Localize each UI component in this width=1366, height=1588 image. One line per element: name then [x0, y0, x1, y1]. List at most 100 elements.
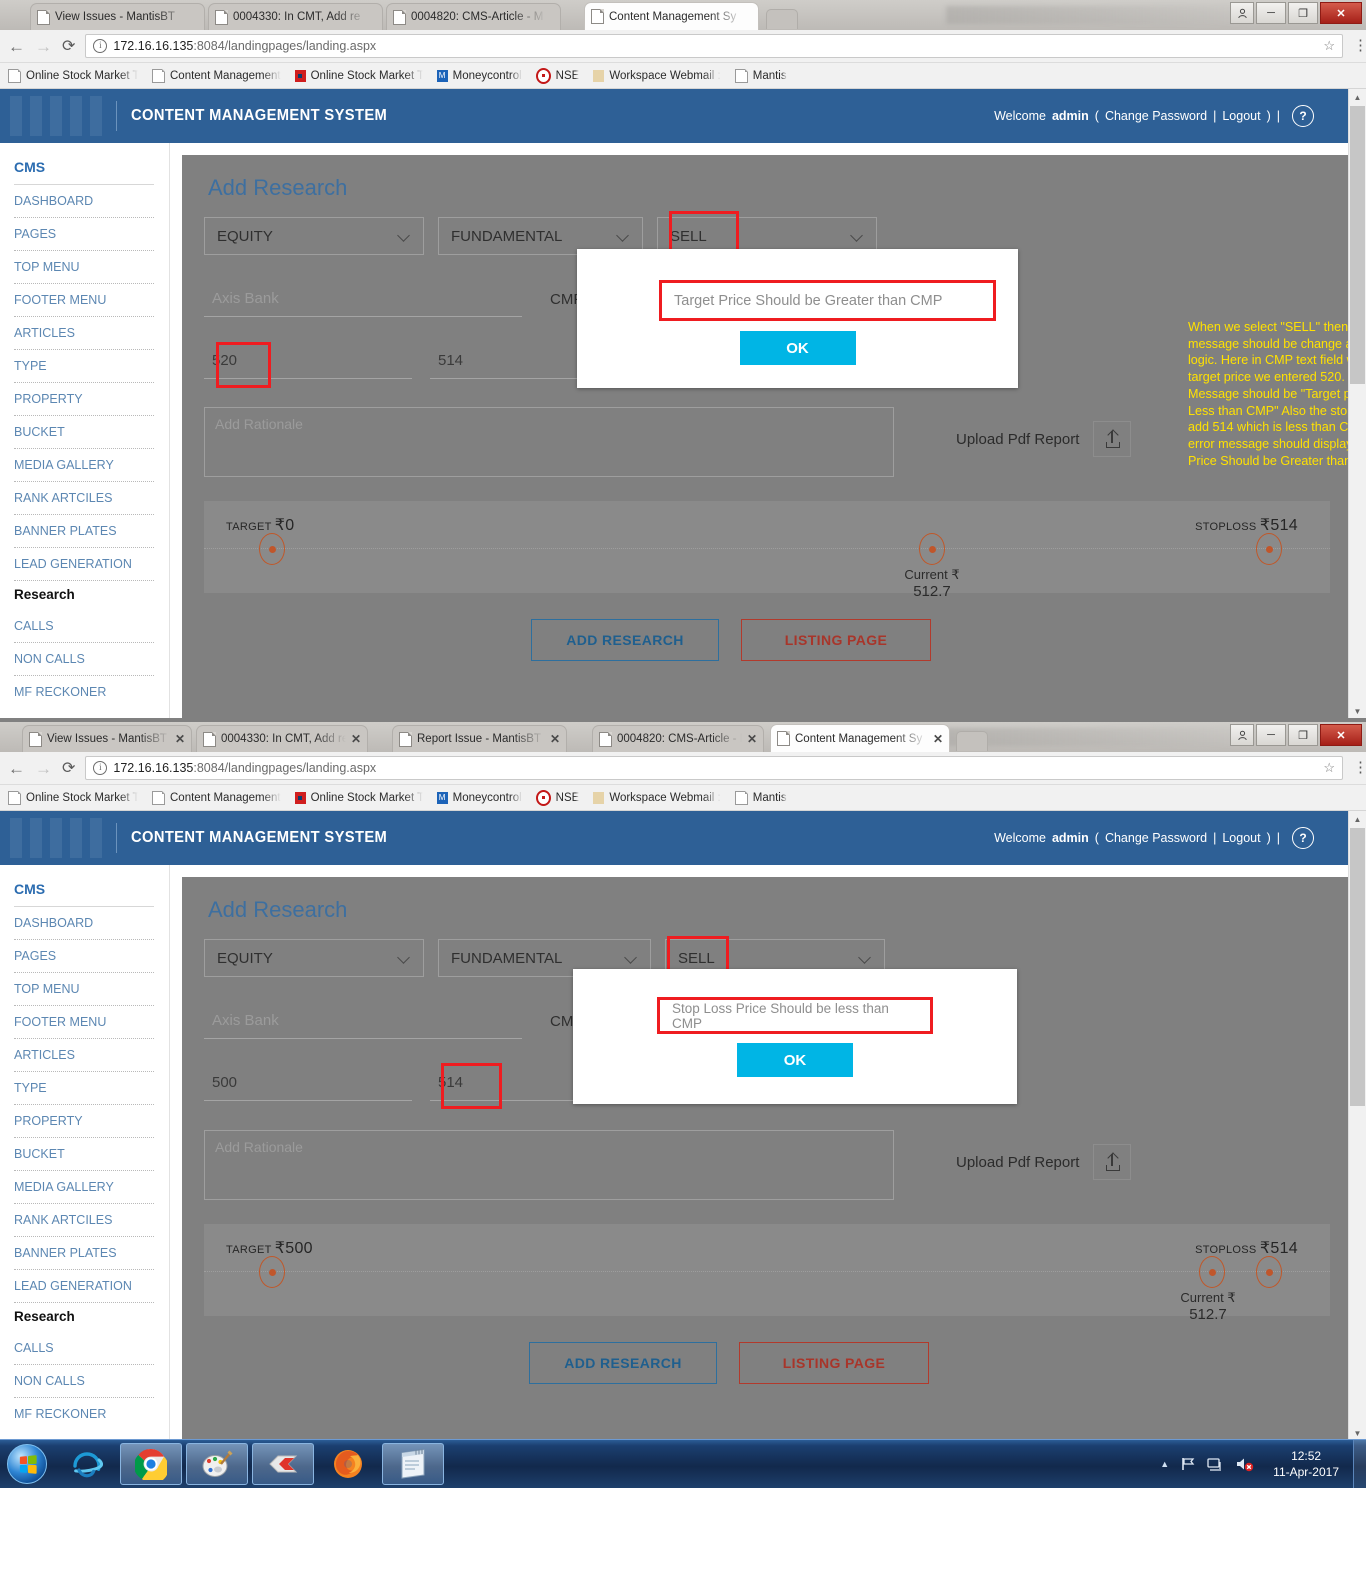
bookmark-item[interactable]: Content Management	[152, 790, 281, 805]
sidebar-item-articles[interactable]: ARTICLES	[14, 1038, 154, 1071]
address-bar[interactable]: i 172.16.16.135:8084/landingpages/landin…	[85, 34, 1343, 58]
sidebar-item-articles[interactable]: ARTICLES	[14, 316, 154, 349]
browser-tab[interactable]: View Issues - MantisBT ✕	[22, 725, 192, 752]
category-select[interactable]: EQUITY	[204, 939, 424, 977]
start-button[interactable]	[2, 1442, 52, 1486]
scroll-up-arrow[interactable]: ▲	[1349, 811, 1366, 828]
price-slider-1[interactable]: TARGET ₹0 Current ₹512.7 STOPLOSS ₹514	[204, 501, 1330, 600]
alert-ok-button[interactable]: OK	[739, 331, 856, 365]
help-icon[interactable]: ?	[1292, 827, 1314, 849]
company-input[interactable]	[204, 281, 522, 317]
price-slider-2[interactable]: TARGET ₹500 Current ₹512.7 STOPLOSS ₹514	[204, 1224, 1330, 1323]
scroll-down-arrow[interactable]: ▼	[1349, 1425, 1366, 1440]
user-profile-button[interactable]	[1230, 2, 1254, 24]
stoploss-slider-knob[interactable]	[1256, 1256, 1282, 1288]
scrollbar-thumb[interactable]	[1350, 828, 1365, 1106]
sidebar-item-calls[interactable]: CALLS	[14, 610, 154, 642]
window-close-button[interactable]: ✕	[1320, 2, 1362, 24]
bookmark-item[interactable]: Online Stock Market T	[8, 790, 138, 805]
maximize-button[interactable]: ❐	[1288, 2, 1318, 24]
window-close-button[interactable]: ✕	[1320, 724, 1362, 746]
sidebar-item-type[interactable]: TYPE	[14, 1071, 154, 1104]
sidebar-item-top-menu[interactable]: TOP MENU	[14, 250, 154, 283]
current-slider-knob[interactable]	[919, 533, 945, 565]
chrome-menu-icon[interactable]: ⋮	[1353, 760, 1366, 775]
close-icon[interactable]: ✕	[747, 732, 757, 746]
sidebar-item-mf-reckoner[interactable]: MF RECKONER	[14, 1397, 154, 1430]
chrome-menu-icon[interactable]: ⋮	[1353, 38, 1366, 53]
sidebar-item-dashboard[interactable]: DASHBOARD	[14, 907, 154, 939]
browser-tab[interactable]: View Issues - MantisBT	[30, 3, 205, 30]
new-tab-button[interactable]	[766, 9, 798, 29]
target-price-input[interactable]	[204, 1065, 412, 1101]
sidebar-item-lead-generation[interactable]: LEAD GENERATION	[14, 1269, 154, 1302]
site-info-icon[interactable]: i	[93, 39, 108, 53]
close-icon[interactable]: ✕	[175, 732, 185, 746]
scrollbar-thumb[interactable]	[1350, 106, 1365, 384]
browser-tab-active[interactable]: Content Management Sy ✕	[770, 724, 950, 752]
taskbar-firefox[interactable]	[318, 1444, 378, 1484]
bookmark-item[interactable]: Mantis	[734, 790, 787, 805]
rationale-textarea[interactable]	[204, 1130, 894, 1200]
sidebar-item-non-calls[interactable]: NON CALLS	[14, 642, 154, 675]
forward-button[interactable]: →	[35, 760, 52, 777]
volume-muted-icon[interactable]	[1235, 1456, 1254, 1472]
sidebar-item-banner-plates[interactable]: BANNER PLATES	[14, 1236, 154, 1269]
show-hidden-icons-arrow[interactable]: ▲	[1160, 1459, 1169, 1469]
browser-tab[interactable]: 0004330: In CMT, Add re	[208, 3, 383, 30]
target-slider-knob[interactable]	[259, 533, 285, 565]
sidebar-item-calls[interactable]: CALLS	[14, 1332, 154, 1364]
listing-page-button[interactable]: LISTING PAGE	[739, 1342, 929, 1384]
close-icon[interactable]: ✕	[351, 732, 361, 746]
bookmark-star-icon[interactable]: ☆	[1323, 38, 1335, 54]
browser-tab[interactable]: 0004820: CMS-Article - M ✕	[592, 725, 764, 752]
sidebar-item-rank-articles[interactable]: RANK ARTCILES	[14, 481, 154, 514]
user-profile-button[interactable]	[1230, 724, 1254, 746]
change-password-link[interactable]: Change Password	[1105, 109, 1207, 123]
upload-pdf-button[interactable]	[1093, 1144, 1132, 1180]
alert-ok-button[interactable]: OK	[737, 1043, 853, 1077]
new-tab-button[interactable]	[956, 731, 988, 751]
bookmark-item[interactable]: M Moneycontrol	[436, 791, 522, 804]
reload-button[interactable]: ⟳	[62, 758, 75, 778]
logout-link[interactable]: Logout	[1222, 109, 1260, 123]
add-research-button[interactable]: ADD RESEARCH	[529, 1342, 717, 1384]
bookmark-item[interactable]: Online Stock Market T	[294, 791, 423, 804]
bookmark-item[interactable]: M Moneycontrol	[436, 69, 522, 82]
taskbar-clock[interactable]: 12:52 11-Apr-2017	[1265, 1448, 1347, 1480]
rationale-textarea[interactable]	[204, 407, 894, 477]
sidebar-item-media-gallery[interactable]: MEDIA GALLERY	[14, 448, 154, 481]
browser-tab-active[interactable]: Content Management Sy	[584, 2, 759, 30]
site-info-icon[interactable]: i	[93, 761, 108, 775]
scroll-up-arrow[interactable]: ▲	[1349, 89, 1366, 106]
bookmark-item[interactable]: Online Stock Market T	[8, 68, 138, 83]
sidebar-item-bucket[interactable]: BUCKET	[14, 1137, 154, 1170]
address-bar[interactable]: i 172.16.16.135:8084/landingpages/landin…	[85, 756, 1343, 780]
target-price-input[interactable]	[204, 343, 412, 379]
company-input[interactable]	[204, 1003, 522, 1039]
minimize-button[interactable]: ─	[1256, 724, 1286, 746]
browser-tab[interactable]: 0004330: In CMT, Add re ✕	[196, 725, 368, 752]
sidebar-item-type[interactable]: TYPE	[14, 349, 154, 382]
logout-link[interactable]: Logout	[1222, 831, 1260, 845]
current-slider-knob[interactable]	[1199, 1256, 1225, 1288]
add-research-button[interactable]: ADD RESEARCH	[531, 619, 719, 661]
page-scrollbar-2[interactable]: ▲ ▼	[1348, 811, 1366, 1440]
reload-button[interactable]: ⟳	[62, 36, 75, 56]
sidebar-item-non-calls[interactable]: NON CALLS	[14, 1364, 154, 1397]
sidebar-item-footer-menu[interactable]: FOOTER MENU	[14, 1005, 154, 1038]
taskbar-snagit[interactable]	[252, 1443, 314, 1485]
change-password-link[interactable]: Change Password	[1105, 831, 1207, 845]
bookmark-item[interactable]: Workspace Webmail :	[593, 69, 721, 82]
sidebar-item-property[interactable]: PROPERTY	[14, 1104, 154, 1137]
network-icon[interactable]	[1207, 1457, 1224, 1472]
sidebar-item-rank-articles[interactable]: RANK ARTCILES	[14, 1203, 154, 1236]
bookmark-item[interactable]: Content Management	[152, 68, 281, 83]
minimize-button[interactable]: ─	[1256, 2, 1286, 24]
upload-pdf-button[interactable]	[1093, 421, 1132, 457]
scroll-down-arrow[interactable]: ▼	[1349, 703, 1366, 718]
taskbar-internet-explorer[interactable]	[56, 1444, 116, 1484]
bookmark-item[interactable]: Mantis	[734, 68, 787, 83]
bookmark-item[interactable]: Online Stock Market T	[294, 69, 423, 82]
sidebar-item-lead-generation[interactable]: LEAD GENERATION	[14, 547, 154, 580]
